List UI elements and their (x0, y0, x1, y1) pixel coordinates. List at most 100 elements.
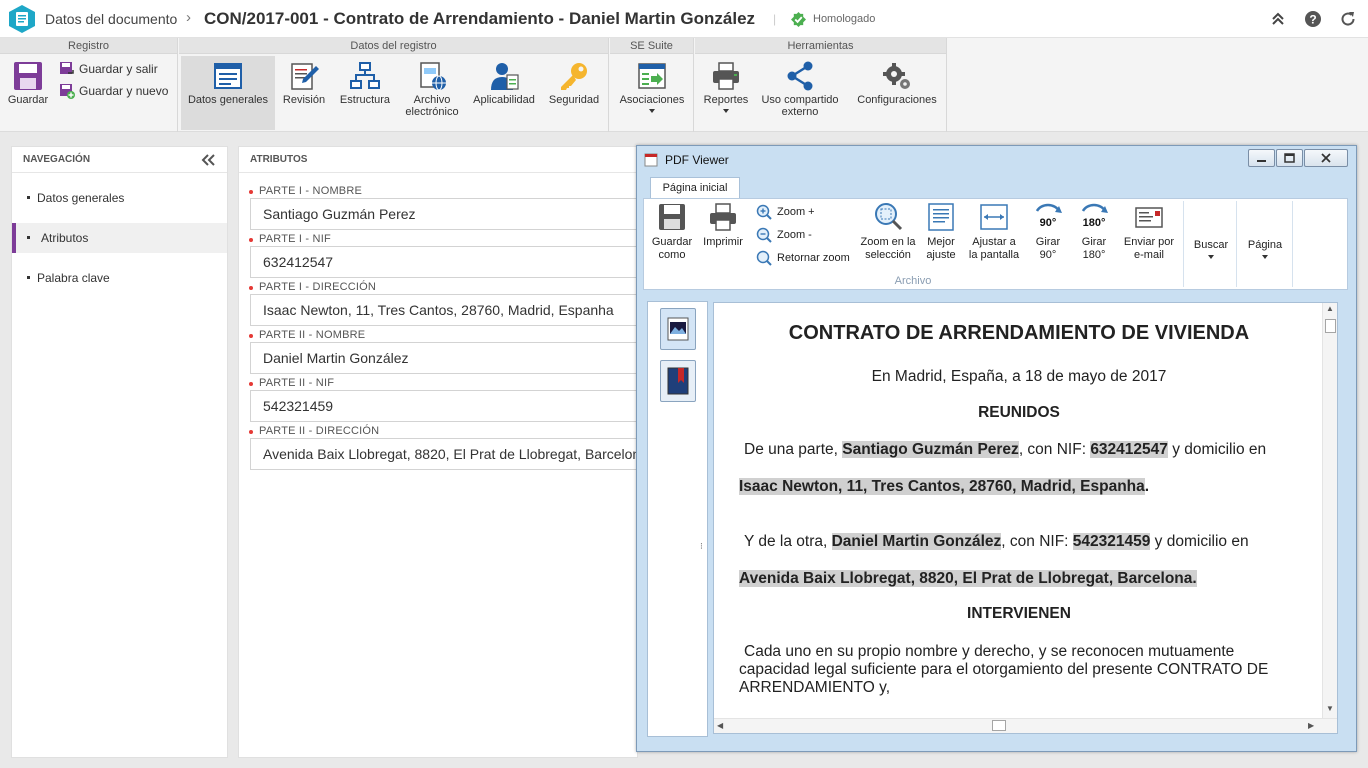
nav-item-general-data[interactable]: Datos generales (12, 183, 227, 213)
structure-tree-icon (350, 62, 380, 89)
save-as-label-2: como (658, 249, 686, 261)
double-chevron-left-icon[interactable] (201, 154, 215, 166)
doc-line-party2-address: Avenida Baix Llobregat, 8820, El Prat de… (739, 570, 1197, 588)
party2-address-input[interactable] (250, 438, 642, 470)
panel-splitter-handle[interactable]: ⁝ (700, 541, 703, 552)
scroll-right-icon[interactable]: ▶ (1308, 721, 1314, 730)
close-icon (1321, 153, 1331, 163)
settings-button[interactable]: Configuraciones (853, 56, 941, 130)
print-button[interactable]: Imprimir (698, 201, 748, 249)
field-label-party1-address: PARTE I - DIRECCIÓN (248, 281, 377, 293)
field-label-party2-nif: PARTE II - NIF (248, 377, 335, 389)
rotate-90-button[interactable]: 90° Girar 90° (1026, 201, 1070, 262)
horizontal-scroll-thumb[interactable] (992, 720, 1006, 731)
best-fit-button[interactable]: Mejor ajuste (920, 201, 962, 262)
breadcrumb[interactable]: Datos del documento (45, 11, 177, 27)
tab-home[interactable]: Página inicial (650, 177, 740, 199)
pdf-window-title: PDF Viewer (665, 153, 729, 167)
pdf-page: CONTRATO DE ARRENDAMIENTO DE VIVIENDA En… (714, 303, 1324, 718)
zoom-out-icon (756, 227, 772, 243)
structure-button[interactable]: Estructura (334, 56, 396, 130)
rotate-180-button[interactable]: 180° Girar 180° (1072, 201, 1116, 262)
applicability-button[interactable]: Aplicabilidad (469, 56, 539, 130)
rotate-90-icon: 90° (1035, 203, 1062, 229)
party2-name-input[interactable] (250, 342, 642, 374)
refresh-icon[interactable] (1339, 10, 1357, 28)
scroll-up-icon[interactable]: ▲ (1326, 304, 1334, 313)
reports-button[interactable]: Reportes (697, 56, 755, 130)
rotate-90-icon-text: 90° (1040, 217, 1057, 229)
help-icon[interactable]: ? (1304, 10, 1322, 28)
page-thumbnail-icon (667, 317, 689, 341)
breadcrumb-separator: › (186, 9, 191, 26)
scroll-down-icon[interactable]: ▼ (1326, 704, 1334, 713)
search-dropdown-button[interactable]: Buscar (1187, 239, 1235, 259)
minimize-button[interactable] (1248, 149, 1275, 167)
scroll-left-icon[interactable]: ◀ (717, 721, 723, 730)
doc-paragraph-line: Cada uno en su propio nombre y derecho, … (744, 643, 1235, 660)
electronic-file-icon (420, 62, 446, 91)
rotate-90-label-2: 90° (1039, 249, 1057, 261)
save-new-button[interactable]: Guardar y nuevo (59, 82, 174, 100)
applicability-label: Aplicabilidad (473, 94, 535, 106)
check-badge-icon (791, 12, 806, 27)
bookmark-icon (667, 367, 689, 395)
page-dropdown-button[interactable]: Página (1240, 239, 1290, 259)
pdf-title-bar[interactable]: PDF Viewer (637, 146, 1356, 174)
ribbon-group-title: SE Suite (610, 38, 693, 54)
doc-text: , con NIF: (1018, 441, 1091, 458)
horizontal-scrollbar[interactable]: ◀ ▶ (714, 718, 1337, 733)
nav-item-attributes[interactable]: Atributos (12, 223, 227, 253)
send-email-label-2: e-mail (1134, 249, 1164, 261)
minimize-icon (1257, 160, 1266, 162)
party1-address-input[interactable] (250, 294, 642, 326)
vertical-scroll-thumb[interactable] (1325, 319, 1336, 333)
fit-screen-label: Ajustar a (972, 236, 1016, 248)
doc-highlight-party2-nif: 542321459 (1072, 533, 1151, 550)
external-share-button[interactable]: Uso compartido externo (757, 56, 843, 130)
email-icon (1135, 207, 1163, 228)
send-email-button[interactable]: Enviar por e-mail (1118, 201, 1180, 262)
structure-label: Estructura (339, 94, 391, 106)
doc-paragraph-line: ARRENDAMIENTO y, (739, 679, 890, 696)
zoom-selection-button[interactable]: Zoom en la selección (858, 201, 918, 262)
revision-button[interactable]: Revisión (277, 56, 331, 130)
printer-icon (713, 62, 739, 90)
attributes-title-text: ATRIBUTOS (250, 154, 308, 165)
printer-icon (710, 203, 736, 231)
field-label-party1-name: PARTE I - NOMBRE (248, 185, 363, 197)
settings-label: Configuraciones (857, 94, 937, 106)
security-button[interactable]: Seguridad (543, 56, 605, 130)
party1-nif-input[interactable] (250, 246, 642, 278)
close-button[interactable] (1304, 149, 1348, 167)
attributes-title: ATRIBUTOS (239, 147, 637, 173)
maximize-button[interactable] (1276, 149, 1303, 167)
bookmarks-tab[interactable] (660, 360, 696, 402)
save-as-button[interactable]: Guardar como (648, 201, 696, 262)
vertical-scrollbar[interactable]: ▲ ▼ (1322, 303, 1337, 718)
doc-section-reunidos: REUNIDOS (978, 404, 1060, 421)
rotate-180-icon: 180° (1081, 203, 1108, 229)
associations-button[interactable]: Asociaciones (614, 56, 690, 130)
chevron-down-icon (723, 109, 729, 113)
thumbnails-tab[interactable] (660, 308, 696, 350)
fit-screen-button[interactable]: Ajustar a la pantalla (966, 201, 1022, 262)
zoom-reset-label: Retornar zoom (777, 252, 850, 264)
field-label-party2-address: PARTE II - DIRECCIÓN (248, 425, 380, 437)
collapse-up-icon[interactable] (1269, 10, 1287, 28)
user-applicability-icon (491, 63, 519, 90)
party1-name-input[interactable] (250, 198, 642, 230)
chevron-down-icon (1208, 255, 1214, 259)
save-exit-button[interactable]: Guardar y salir (59, 60, 174, 78)
general-data-button[interactable]: Datos generales (181, 56, 275, 130)
nav-item-keyword[interactable]: Palabra clave (12, 263, 227, 293)
print-label: Imprimir (703, 236, 743, 248)
main-ribbon: Registro Guardar Guardar y salir Guardar… (0, 38, 1368, 132)
save-button[interactable]: Guardar (2, 56, 54, 130)
electronic-file-button[interactable]: Archivo electrónico (399, 56, 465, 130)
pdf-ribbon: Guardar como Imprimir Zoom + Zoom - Reto… (643, 198, 1348, 290)
svg-text:?: ? (1309, 13, 1316, 27)
ribbon-group-archivo-label: Archivo (894, 275, 932, 287)
associations-icon (638, 63, 666, 89)
party2-nif-input[interactable] (250, 390, 642, 422)
